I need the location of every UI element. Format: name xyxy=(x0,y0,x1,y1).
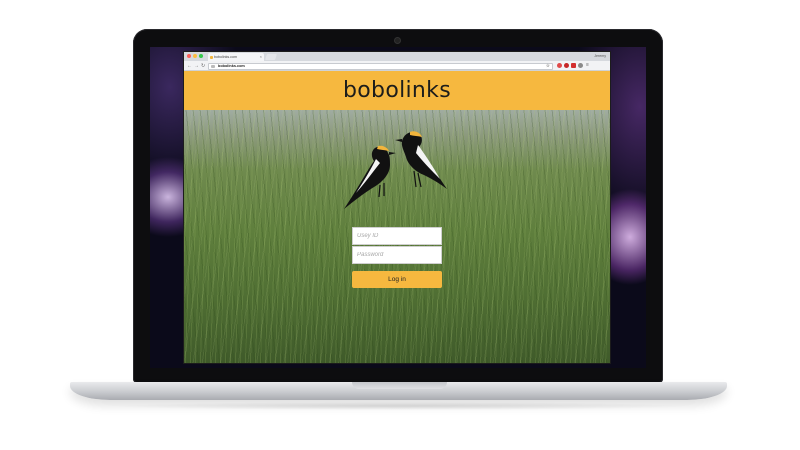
laptop-shadow xyxy=(110,402,690,410)
profile-name[interactable]: Jeremy xyxy=(594,52,606,61)
site-logo-text[interactable]: bobolinks xyxy=(184,71,610,110)
adblock-icon[interactable] xyxy=(564,63,569,68)
user-id-input[interactable] xyxy=(352,227,442,245)
address-bar[interactable]: bobolinks.com ☆ xyxy=(208,62,553,70)
back-arrow-icon[interactable]: ← xyxy=(187,61,192,71)
url-text: bobolinks.com xyxy=(218,63,245,68)
pocket-icon[interactable] xyxy=(557,63,562,68)
browser-window: bobolinks.com × Jeremy ← → ↻ bobolinks.c… xyxy=(184,52,610,363)
bird-left xyxy=(344,145,396,209)
tab-close-icon[interactable]: × xyxy=(260,53,262,61)
forward-arrow-icon[interactable]: → xyxy=(194,61,199,71)
tab-bar: bobolinks.com × Jeremy xyxy=(184,52,610,61)
new-tab-button[interactable] xyxy=(265,54,277,60)
bobolink-birds-icon xyxy=(344,131,447,209)
web-page: bobolinks Log in xyxy=(184,71,610,363)
bookmark-star-icon[interactable]: ☆ xyxy=(546,63,550,69)
tab-bobolinks[interactable]: bobolinks.com × xyxy=(208,53,264,61)
login-button[interactable]: Log in xyxy=(352,271,442,288)
tab-title: bobolinks.com xyxy=(214,55,237,59)
browser-toolbar: ← → ↻ bobolinks.com ☆ ≡ xyxy=(184,61,610,71)
site-header: bobolinks xyxy=(184,71,610,110)
bird-right xyxy=(395,131,447,189)
reload-icon[interactable]: ↻ xyxy=(201,61,205,71)
webcam xyxy=(395,38,400,43)
page-info-icon[interactable] xyxy=(211,64,215,68)
minimize-window-button[interactable] xyxy=(193,54,197,58)
password-input[interactable] xyxy=(352,246,442,264)
abp-icon[interactable] xyxy=(571,63,576,68)
window-controls xyxy=(187,54,203,58)
close-window-button[interactable] xyxy=(187,54,191,58)
music-icon[interactable] xyxy=(578,63,583,68)
favicon-icon xyxy=(210,55,213,59)
menu-icon[interactable]: ≡ xyxy=(585,63,590,68)
lid-opening-notch xyxy=(352,382,447,389)
zoom-window-button[interactable] xyxy=(199,54,203,58)
